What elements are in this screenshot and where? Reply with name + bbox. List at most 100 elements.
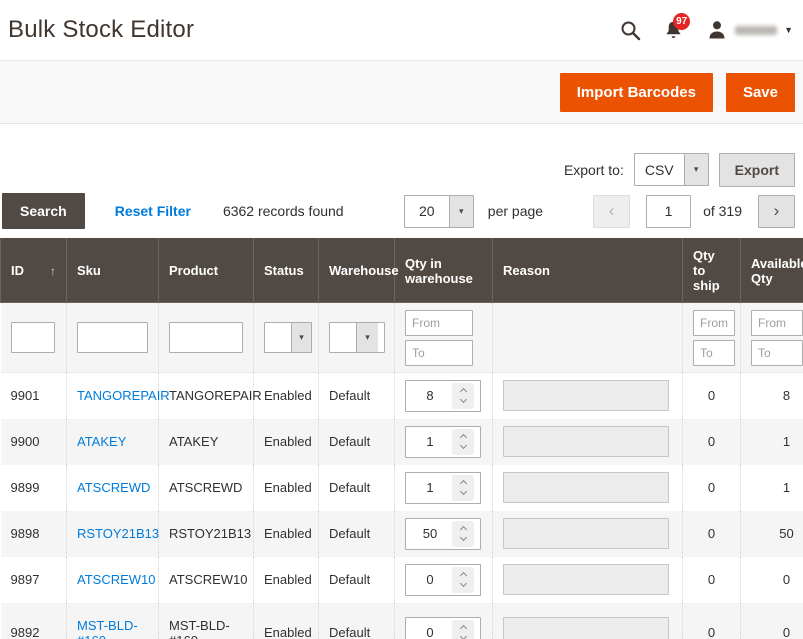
sku-link[interactable]: RSTOY21B13 [77,526,159,541]
table-row: 9897 ATSCREW10 ATSCREW10 Enabled Default… [1,557,803,603]
filter-qty-to-ship-from-input[interactable] [693,310,735,336]
filter-status-select-arrow[interactable]: ▾ [291,323,311,352]
filter-sku-input[interactable] [77,322,148,353]
chevron-up-icon [459,526,466,533]
filter-available-qty-range [751,310,803,366]
table-row: 9900 ATAKEY ATAKEY Enabled Default 0 1 [1,419,803,465]
stepper-arrows[interactable] [452,521,474,547]
qty-input[interactable] [408,434,452,449]
filter-warehouse-select[interactable]: ▾ [329,322,385,353]
column-header-qty-in-warehouse[interactable]: Qty in warehouse [395,239,493,303]
cell-product: MST-BLD-#160 [159,603,254,639]
controls-row: Search Reset Filter 6362 records found 2… [0,192,803,230]
pagination: 20 ▾ per page ‹ of 319 › [404,195,795,228]
filter-available-from-input[interactable] [751,310,803,336]
export-format-select-arrow[interactable]: ▾ [684,154,708,185]
qty-input[interactable] [408,526,452,541]
grid-header-row: ID↑ Sku Product Status Warehouse Qty in … [1,239,803,303]
qty-in-warehouse-stepper[interactable] [405,564,481,596]
table-row: 9898 RSTOY21B13 RSTOY21B13 Enabled Defau… [1,511,803,557]
filter-qty-to-ship-to-input[interactable] [693,340,735,366]
cell-product: TANGOREPAIR [159,373,254,419]
column-header-sku[interactable]: Sku [67,239,159,303]
sku-link[interactable]: ATSCREW10 [77,572,156,587]
notification-count-badge: 97 [673,13,690,30]
current-page-input[interactable] [646,195,691,228]
reset-filter-link[interactable]: Reset Filter [115,203,191,219]
filter-product-input[interactable] [169,322,243,353]
table-row: 9892 MST-BLD-#160 MST-BLD-#160 Enabled D… [1,603,803,639]
filter-available-to-input[interactable] [751,340,803,366]
cell-available-qty: 1 [741,419,803,465]
column-header-status[interactable]: Status [254,239,319,303]
cell-id: 9898 [1,511,67,557]
sku-link[interactable]: ATAKEY [77,434,126,449]
qty-input[interactable] [408,480,452,495]
qty-input[interactable] [408,572,452,587]
export-button[interactable]: Export [719,153,795,187]
qty-input[interactable] [408,388,452,403]
filter-id-input[interactable] [11,322,55,353]
action-strip: Import Barcodes Save [0,60,803,124]
chevron-down-icon: ▾ [299,332,304,343]
chevron-down-icon: ▾ [694,164,699,175]
sku-link[interactable]: MST-BLD-#160 [77,618,138,639]
notifications-bell-icon[interactable]: 97 [663,20,684,41]
cell-warehouse: Default [319,373,395,419]
qty-in-warehouse-stepper[interactable] [405,472,481,504]
cell-id: 9897 [1,557,67,603]
filter-qty-from-input[interactable] [405,310,473,336]
qty-in-warehouse-stepper[interactable] [405,380,481,412]
cell-product: ATAKEY [159,419,254,465]
column-header-id[interactable]: ID↑ [1,239,67,303]
filter-status-select[interactable]: ▾ [264,322,312,353]
records-found-text: 6362 records found [223,203,344,219]
qty-input[interactable] [408,625,452,639]
stepper-arrows[interactable] [452,429,474,455]
sku-link[interactable]: TANGOREPAIR [77,388,170,403]
stepper-arrows[interactable] [452,620,474,639]
stepper-arrows[interactable] [452,475,474,501]
search-icon[interactable] [620,20,641,41]
filter-qty-to-input[interactable] [405,340,473,366]
column-header-product[interactable]: Product [159,239,254,303]
next-page-button[interactable]: › [758,195,795,228]
column-header-warehouse[interactable]: Warehouse [319,239,395,303]
import-barcodes-button[interactable]: Import Barcodes [560,73,713,112]
chevron-down-icon [459,488,466,495]
column-header-reason[interactable]: Reason [493,239,683,303]
search-button[interactable]: Search [2,193,85,229]
stepper-arrows[interactable] [452,383,474,409]
stepper-arrows[interactable] [452,567,474,593]
cell-qty-to-ship: 0 [683,373,741,419]
per-page-select-arrow[interactable]: ▾ [449,196,473,227]
save-button[interactable]: Save [726,73,795,112]
filter-warehouse-select-arrow[interactable]: ▾ [356,323,378,352]
user-avatar-icon [706,19,728,41]
column-header-available-qty[interactable]: Available Qty [741,239,803,303]
per-page-select[interactable]: 20 ▾ [404,195,474,228]
export-row: Export to: CSV ▾ Export [0,153,803,186]
previous-page-button: ‹ [593,195,630,228]
export-format-select[interactable]: CSV ▾ [634,153,709,186]
reason-input [503,426,669,457]
chevron-left-icon: ‹ [609,201,615,221]
qty-in-warehouse-stepper[interactable] [405,518,481,550]
account-menu[interactable]: ▼ [706,19,793,41]
filter-qty-in-warehouse-range [405,310,482,366]
qty-in-warehouse-stepper[interactable] [405,617,481,639]
qty-in-warehouse-stepper[interactable] [405,426,481,458]
cell-product: ATSCREW10 [159,557,254,603]
sku-link[interactable]: ATSCREWD [77,480,150,495]
grid-filter-row: ▾ ▾ [1,303,803,373]
header-actions: 97 ▼ [620,19,793,41]
column-header-qty-to-ship[interactable]: Qty to ship [683,239,741,303]
cell-status: Enabled [254,465,319,511]
cell-product: RSTOY21B13 [159,511,254,557]
chevron-up-icon [459,625,466,632]
filter-status-value [265,323,291,352]
cell-status: Enabled [254,373,319,419]
cell-warehouse: Default [319,557,395,603]
chevron-up-icon [459,434,466,441]
cell-id: 9892 [1,603,67,639]
